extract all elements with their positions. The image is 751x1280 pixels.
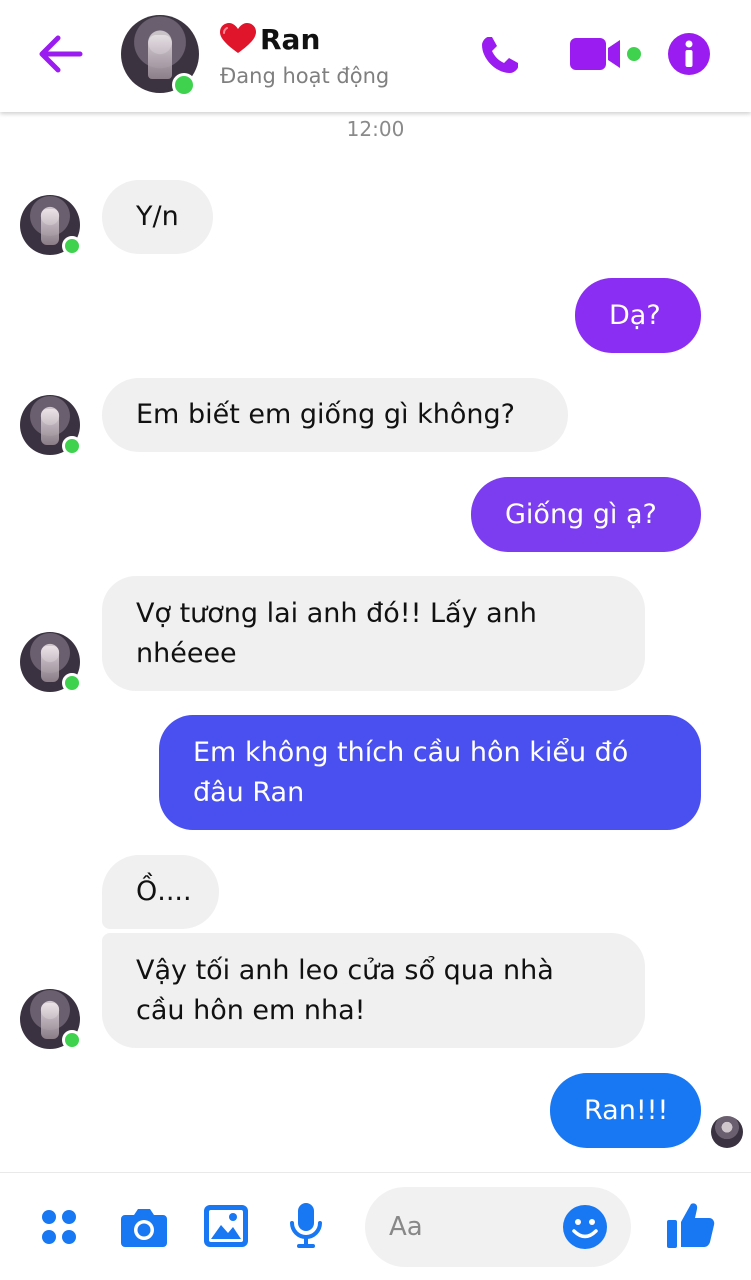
thumbs-up-icon[interactable]	[667, 1200, 715, 1248]
contact-name-row[interactable]: Ran	[220, 22, 320, 56]
heart-icon	[220, 23, 256, 53]
incoming-message[interactable]: Vậy tối anh leo cửa sổ qua nhà cầu hôn e…	[102, 933, 645, 1048]
message-text: Ồ....	[136, 876, 192, 907]
image-icon[interactable]	[204, 1205, 248, 1247]
info-icon[interactable]	[667, 32, 711, 76]
menu-dots-icon[interactable]	[40, 1208, 78, 1246]
contact-name: Ran	[260, 22, 321, 56]
seen-avatar	[711, 1116, 743, 1148]
outgoing-message[interactable]: Dạ?	[575, 278, 701, 353]
message-input[interactable]	[389, 1207, 569, 1247]
incoming-message[interactable]: Y/n	[102, 180, 213, 254]
incoming-message[interactable]: Vợ tương lai anh đó!! Lấy anh nhéeee	[102, 576, 645, 691]
incoming-message[interactable]: Ồ....	[102, 855, 219, 929]
phone-icon[interactable]	[478, 33, 522, 77]
video-online-dot	[627, 47, 641, 61]
chat-header: Ran Đang hoạt động	[0, 0, 751, 112]
message-text: Y/n	[136, 201, 179, 232]
message-input-box[interactable]	[365, 1187, 631, 1267]
online-indicator	[62, 1030, 82, 1050]
online-indicator	[62, 436, 82, 456]
message-text: Em biết em giống gì không?	[136, 399, 515, 430]
online-indicator	[172, 73, 196, 97]
message-text: Em không thích cầu hôn kiểu đó đâu Ran	[193, 736, 629, 808]
microphone-icon[interactable]	[289, 1203, 323, 1249]
camera-icon[interactable]	[121, 1205, 167, 1247]
incoming-message[interactable]: Em biết em giống gì không?	[102, 378, 568, 452]
message-text: Vậy tối anh leo cửa sổ qua nhà cầu hôn e…	[136, 954, 554, 1026]
message-text: Ran!!!	[584, 1094, 669, 1126]
outgoing-message[interactable]: Em không thích cầu hôn kiểu đó đâu Ran	[159, 715, 701, 830]
online-indicator	[62, 673, 82, 693]
message-text: Vợ tương lai anh đó!! Lấy anh nhéeee	[136, 597, 537, 669]
message-text: Dạ?	[609, 299, 661, 331]
message-timestamp: 12:00	[346, 117, 405, 141]
back-arrow-icon[interactable]	[36, 32, 84, 76]
video-camera-icon[interactable]	[570, 36, 622, 72]
active-status: Đang hoạt động	[220, 64, 390, 88]
outgoing-message[interactable]: Ran!!!	[550, 1073, 701, 1148]
outgoing-message[interactable]: Giống gì ạ?	[471, 477, 701, 552]
message-text: Giống gì ạ?	[505, 498, 657, 530]
online-indicator	[62, 236, 82, 256]
emoji-icon[interactable]	[562, 1204, 608, 1250]
